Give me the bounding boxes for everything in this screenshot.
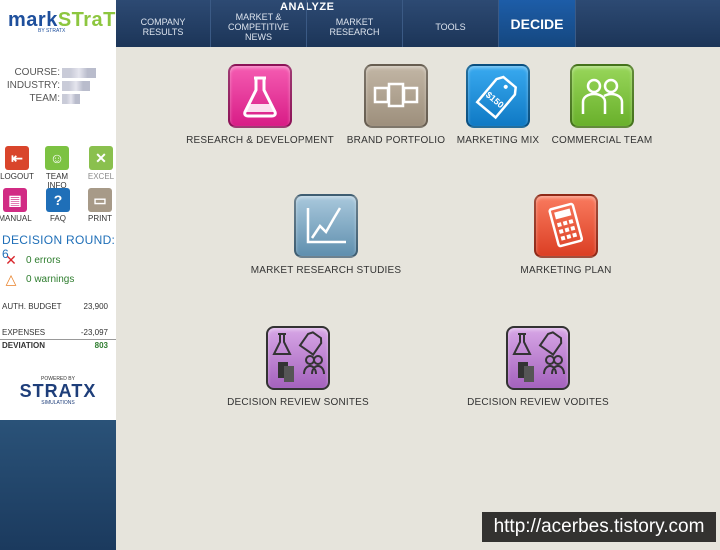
errors-row[interactable]: ✕ 0 errors xyxy=(4,252,60,269)
tab-company-results[interactable]: COMPANY RESULTS xyxy=(116,0,211,47)
marketing-plan-label: MARKETING PLAN xyxy=(520,265,612,276)
tab-decide[interactable]: DECIDE xyxy=(499,0,576,47)
deviation-value: 803 xyxy=(94,341,108,350)
deviation-label: DEVIATION xyxy=(2,341,45,350)
sidebar-footer-panel xyxy=(0,420,116,550)
deviation-row: DEVIATION 803 xyxy=(0,339,116,350)
logo-text-strat: STraT xyxy=(57,9,116,31)
expenses-value: -23,097 xyxy=(80,328,108,337)
commercial-team-label: COMMERCIAL TEAM xyxy=(551,135,653,146)
decision-review-sonites-tile[interactable]: DECISION REVIEW SONITES xyxy=(218,326,378,408)
decision-review-sonites-icon xyxy=(266,326,330,390)
errors-text: 0 errors xyxy=(26,255,61,266)
manual-label: MANUAL xyxy=(0,214,32,223)
excel-icon: ✕ xyxy=(89,146,113,170)
course-info: COURSE: INDUSTRY: TEAM: xyxy=(0,66,116,105)
marketing-plan-tile[interactable]: MARKETING PLAN xyxy=(506,194,626,276)
team-people-icon xyxy=(570,64,634,128)
team-value-redacted xyxy=(62,94,80,104)
tab-company-results-label: COMPANY RESULTS xyxy=(140,16,186,37)
auth-budget-value: 23,900 xyxy=(83,302,108,311)
course-label: COURSE: xyxy=(14,67,60,78)
sidebar: markSTraT BY STRATX COURSE: INDUSTRY: TE… xyxy=(0,0,116,550)
research-development-tile[interactable]: RESEARCH & DEVELOPMENT xyxy=(180,64,340,146)
logout-icon: ⇤ xyxy=(5,146,29,170)
research-development-label: RESEARCH & DEVELOPMENT xyxy=(186,135,334,146)
logout-label: LOGOUT xyxy=(0,172,34,181)
flask-icon xyxy=(228,64,292,128)
markstrat-logo: markSTraT BY STRATX xyxy=(0,0,116,46)
calculator-icon xyxy=(534,194,598,258)
decision-review-vodites-icon xyxy=(506,326,570,390)
decision-review-vodites-label: DECISION REVIEW VODITES xyxy=(467,397,609,408)
top-navigation: ANALYZE COMPANY RESULTS MARKET & COMPETI… xyxy=(116,0,720,47)
warnings-text: 0 warnings xyxy=(26,274,75,285)
print-button[interactable]: ▭ PRINT xyxy=(81,188,119,223)
print-label: PRINT xyxy=(88,214,112,223)
stratx-name: STRATX xyxy=(19,381,97,401)
auth-budget-row: AUTH. BUDGET 23,900 xyxy=(2,302,108,311)
commercial-team-tile[interactable]: COMMERCIAL TEAM xyxy=(546,64,658,146)
marketing-mix-label: MARKETING MIX xyxy=(456,135,540,146)
faq-icon: ? xyxy=(46,188,70,212)
decision-review-sonites-label: DECISION REVIEW SONITES xyxy=(227,397,369,408)
marketing-mix-tile[interactable]: $150 MARKETING MIX xyxy=(448,64,548,146)
warnings-row[interactable]: △ 0 warnings xyxy=(4,271,75,288)
excel-button[interactable]: ✕ EXCEL xyxy=(82,146,120,181)
tab-market-research[interactable]: MARKET RESEARCH xyxy=(307,0,403,47)
decision-review-vodites-tile[interactable]: DECISION REVIEW VODITES xyxy=(458,326,618,408)
error-x-icon: ✕ xyxy=(5,252,17,268)
industry-value-redacted xyxy=(62,81,90,91)
line-chart-icon xyxy=(294,194,358,258)
brand-portfolio-label: BRAND PORTFOLIO xyxy=(346,135,446,146)
tab-market-news-label: MARKET & COMPETITIVE NEWS xyxy=(227,11,289,42)
team-info-icon: ☺ xyxy=(45,146,69,170)
tab-tools-label: TOOLS xyxy=(435,21,466,32)
expenses-row: EXPENSES -23,097 xyxy=(2,328,108,337)
watermark: http://acerbes.tistory.com xyxy=(482,512,716,542)
market-research-studies-tile[interactable]: MARKET RESEARCH STUDIES xyxy=(246,194,406,276)
tab-market-competitive-news[interactable]: MARKET & COMPETITIVE NEWS xyxy=(211,0,307,47)
expenses-label: EXPENSES xyxy=(2,328,46,337)
excel-label: EXCEL xyxy=(87,172,115,181)
tab-decide-label: DECIDE xyxy=(510,15,564,32)
brand-portfolio-tile[interactable]: BRAND PORTFOLIO xyxy=(336,64,456,146)
faq-label: FAQ xyxy=(49,214,66,223)
manual-button[interactable]: ▤ MANUAL xyxy=(0,188,34,223)
auth-budget-label: AUTH. BUDGET xyxy=(2,302,62,311)
faq-button[interactable]: ? FAQ xyxy=(39,188,77,223)
print-icon: ▭ xyxy=(88,188,112,212)
stratx-logo: POWERED BY STRATX SIMULATIONS xyxy=(0,376,116,406)
tab-market-research-label: MARKET RESEARCH xyxy=(329,16,380,37)
price-tag-text: $150 xyxy=(484,90,506,111)
logout-button[interactable]: ⇤ LOGOUT xyxy=(0,146,36,181)
manual-icon: ▤ xyxy=(3,188,27,212)
team-label: TEAM: xyxy=(29,93,60,104)
course-value-redacted xyxy=(62,68,96,78)
warning-triangle-icon: △ xyxy=(5,271,17,287)
stratx-simulations: SIMULATIONS xyxy=(41,400,75,406)
industry-label: INDUSTRY: xyxy=(6,80,60,91)
team-info-button[interactable]: ☺ TEAM INFO xyxy=(38,146,76,190)
price-tag-icon: $150 xyxy=(466,64,530,128)
tab-tools[interactable]: TOOLS xyxy=(403,0,499,47)
portfolio-icon xyxy=(364,64,428,128)
market-research-studies-label: MARKET RESEARCH STUDIES xyxy=(250,265,402,276)
